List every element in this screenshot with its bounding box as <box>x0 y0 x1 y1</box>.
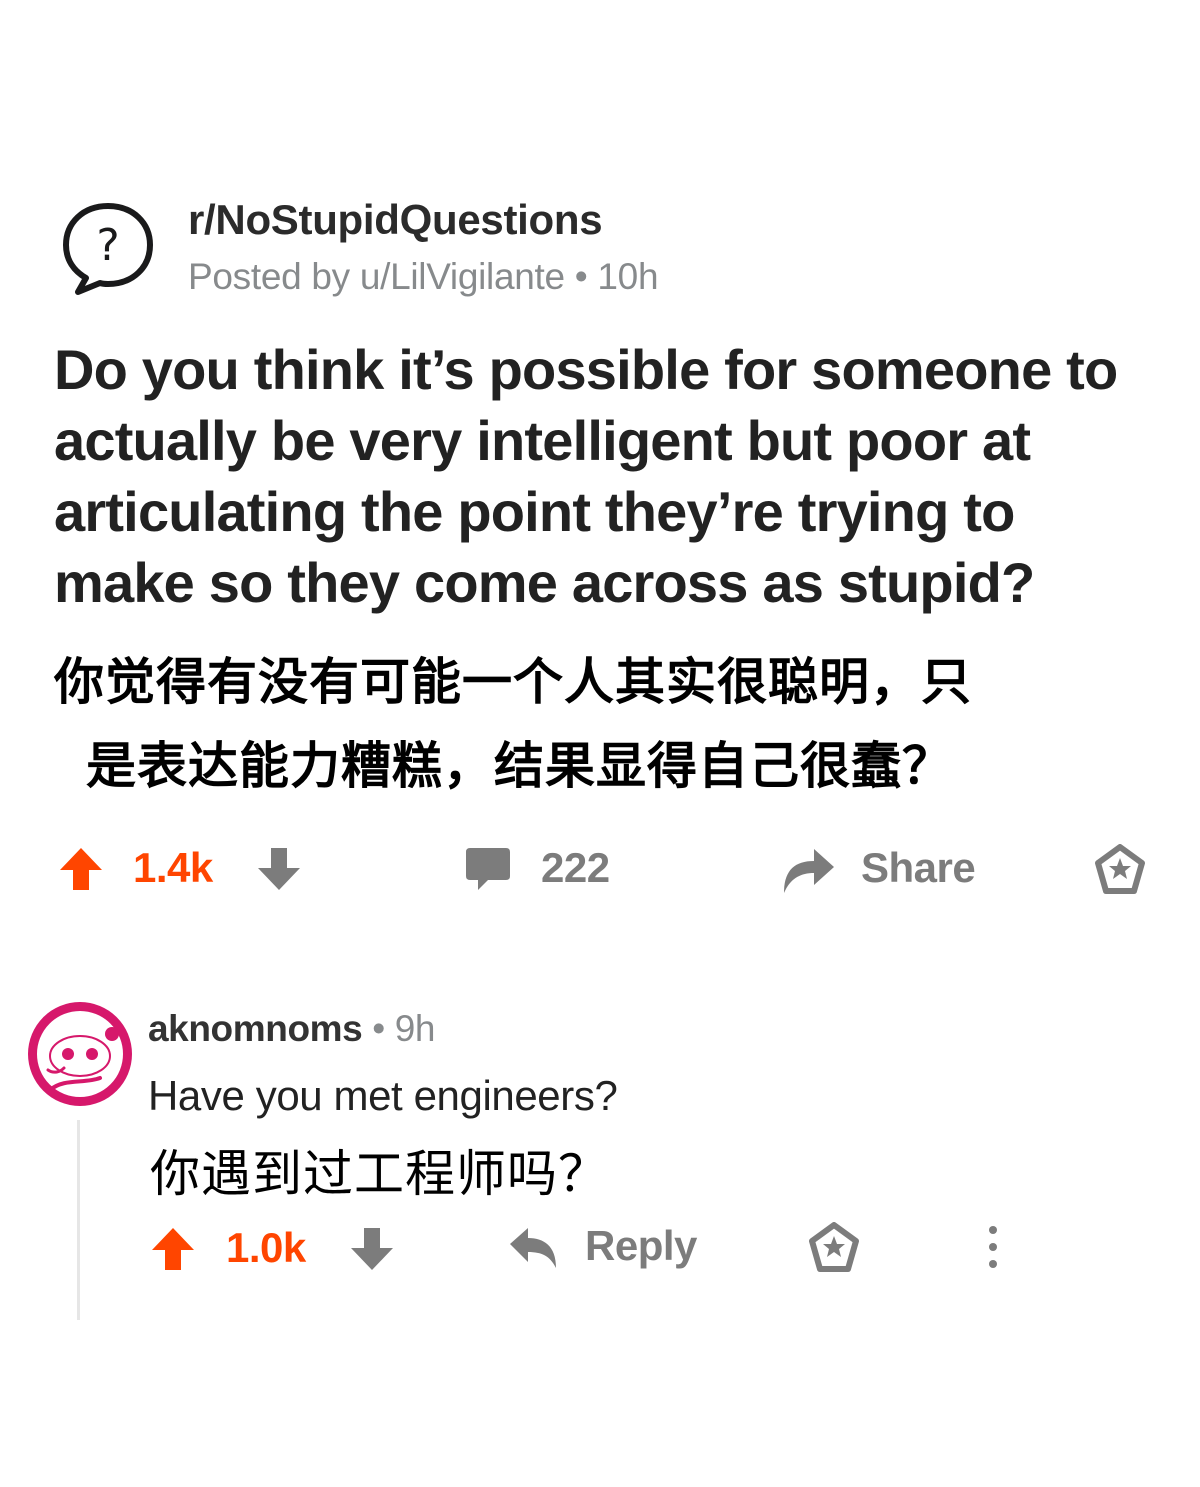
translation-line-1: 你觉得有没有可能一个人其实很聪明，只 <box>54 654 972 710</box>
comment-meta: • 9h <box>372 1008 435 1049</box>
upvote-icon[interactable] <box>150 1226 196 1272</box>
avatar[interactable] <box>24 998 136 1110</box>
downvote-icon[interactable] <box>256 846 302 892</box>
more-options-icon[interactable] <box>984 1224 1002 1270</box>
translation-line-2: 是表达能力糟糕，结果显得自己很蠢？ <box>86 738 953 794</box>
thread-line[interactable] <box>77 1120 80 1320</box>
subreddit-name[interactable]: r/NoStupidQuestions <box>188 196 603 244</box>
reply-button[interactable]: Reply <box>585 1222 697 1270</box>
posted-by[interactable]: Posted by u/LilVigilante <box>188 256 565 297</box>
comment-score: 1.0k <box>226 1224 306 1271</box>
post-age: 10h <box>597 256 659 297</box>
award-icon[interactable] <box>1094 844 1146 896</box>
comment-body: Have you met engineers? <box>148 1072 618 1119</box>
post-meta: Posted by u/LilVigilante • 10h <box>188 256 659 298</box>
post-title-translation: 你觉得有没有可能一个人其实很聪明，只 是表达能力糟糕，结果显得自己很蠢？ <box>54 640 1164 808</box>
comment-header: aknomnoms • 9h <box>148 1008 435 1050</box>
upvote-icon[interactable] <box>58 846 104 892</box>
comment-author[interactable]: aknomnoms <box>148 1008 363 1049</box>
post-score: 1.4k <box>133 844 213 891</box>
post-title[interactable]: Do you think it’s possible for someone t… <box>54 334 1164 618</box>
comment-translation: 你遇到过工程师吗？ <box>150 1146 609 1202</box>
comment-age: 9h <box>394 1008 436 1049</box>
svg-text:?: ? <box>96 220 119 271</box>
reply-icon[interactable] <box>508 1226 558 1270</box>
comment-icon[interactable] <box>464 846 512 892</box>
award-icon[interactable] <box>808 1222 860 1274</box>
meta-separator: • <box>372 1008 385 1049</box>
comments-count[interactable]: 222 <box>541 844 610 892</box>
downvote-icon[interactable] <box>349 1226 395 1272</box>
share-icon[interactable] <box>780 843 836 895</box>
meta-separator: • <box>574 256 588 297</box>
share-button[interactable]: Share <box>861 844 976 892</box>
question-bubble-icon[interactable]: ? <box>58 198 158 298</box>
